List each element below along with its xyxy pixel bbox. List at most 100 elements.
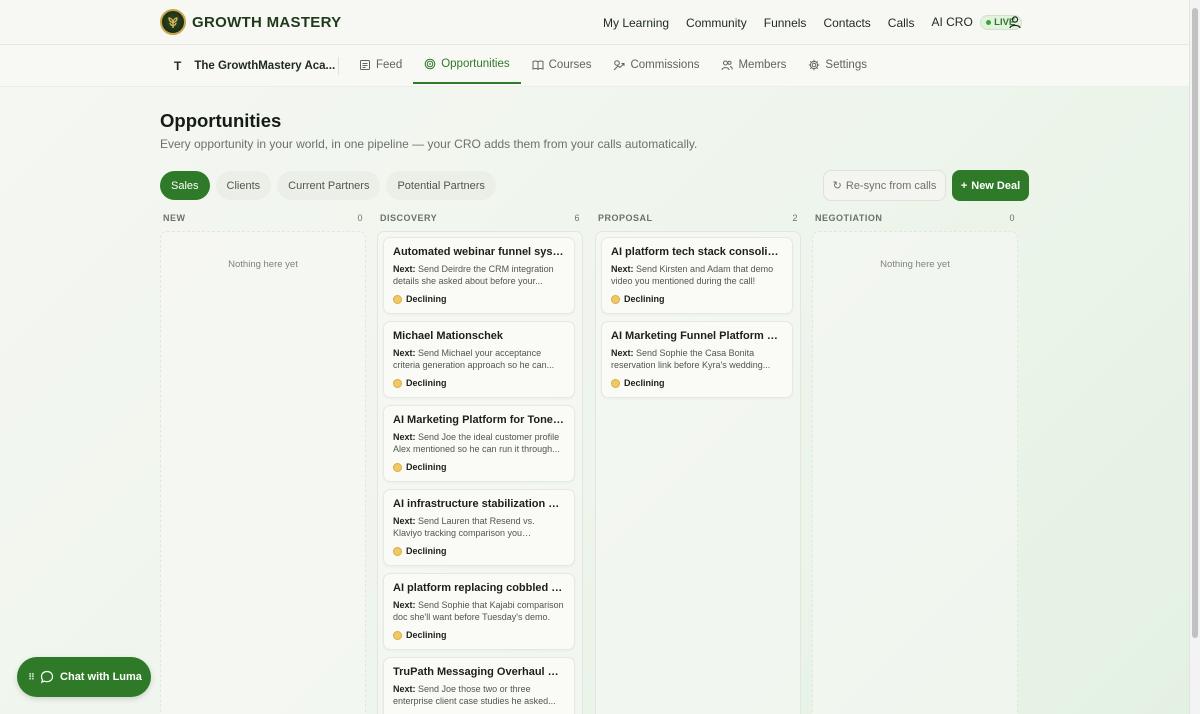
empty-state: Nothing here yet	[228, 259, 298, 270]
filter-clients[interactable]: Clients	[215, 171, 272, 200]
next-step: Next: Send Sophie that Kajabi comparison…	[393, 600, 565, 623]
workspace-name: The GrowthMastery Aca...	[194, 60, 336, 72]
commissions-icon	[614, 59, 625, 70]
deal-card[interactable]: AI Marketing Platform for Tonewel... Next…	[383, 405, 575, 482]
tab-opportunities[interactable]: Opportunities	[413, 45, 521, 84]
deal-card[interactable]: AI platform tech stack consolidati... Nex…	[601, 237, 793, 314]
deal-title: AI infrastructure stabilization and ...	[393, 498, 565, 510]
workspace-initial: T	[174, 59, 182, 73]
status-dot-icon	[611, 378, 620, 388]
brand[interactable]: GROWTH MASTERY	[160, 9, 341, 35]
next-step-text: Send Sophie the Casa Bonita reservation …	[611, 348, 771, 370]
new-deal-button[interactable]: + New Deal	[952, 170, 1029, 201]
empty-state: Nothing here yet	[880, 259, 950, 270]
workspace-switcher[interactable]: T The GrowthMastery Aca...	[174, 59, 335, 73]
column-body[interactable]: Nothing here yet	[160, 231, 366, 714]
next-step-label: Next:	[611, 348, 634, 358]
main-nav: My Learning Community Funnels Contacts C…	[603, 0, 1039, 45]
deal-status: Declining	[393, 378, 565, 388]
next-step-text: Send Joe those two or three enterprise c…	[393, 684, 556, 706]
next-step-text: Send Sophie that Kajabi comparison doc s…	[393, 600, 564, 622]
status-label: Declining	[406, 630, 447, 640]
status-dot-icon	[393, 630, 402, 640]
tab-courses-label: Courses	[548, 58, 592, 71]
column-title: PROPOSAL	[598, 213, 653, 223]
status-dot-icon	[393, 378, 402, 388]
deal-card[interactable]: AI infrastructure stabilization and ... N…	[383, 489, 575, 566]
drag-handle-icon[interactable]: ⠿	[28, 672, 35, 683]
tab-opportunities-label: Opportunities	[441, 57, 510, 70]
nav-community[interactable]: Community	[686, 16, 747, 30]
column-header: PROPOSAL 2	[595, 212, 801, 224]
next-step-label: Next:	[393, 264, 416, 274]
status-label: Declining	[624, 378, 665, 388]
book-icon	[532, 60, 544, 70]
deal-card[interactable]: AI Marketing Funnel Platform Self... Next…	[601, 321, 793, 398]
chat-label: Chat with Luma	[60, 671, 142, 683]
tab-commissions[interactable]: Commissions	[602, 45, 710, 84]
deal-title: AI platform tech stack consolidati...	[611, 246, 783, 258]
column-body[interactable]: AI platform tech stack consolidati... Nex…	[595, 231, 801, 714]
tab-feed-label: Feed	[376, 58, 403, 71]
tab-members-label: Members	[738, 58, 787, 71]
tab-courses[interactable]: Courses	[521, 45, 603, 84]
column-header: NEW 0	[160, 212, 366, 224]
deal-status: Declining	[611, 378, 783, 388]
logo-icon	[160, 9, 186, 35]
deal-card[interactable]: TruPath Messaging Overhaul Don... Next: S…	[383, 657, 575, 714]
new-deal-label: New Deal	[971, 179, 1021, 192]
column-discovery: DISCOVERY 6 Automated webinar funnel syste…	[377, 212, 583, 714]
column-header: NEGOTIATION 0	[812, 212, 1018, 224]
divider	[338, 57, 339, 75]
scrollbar-thumb[interactable]	[1192, 8, 1198, 638]
column-title: NEW	[163, 213, 186, 223]
status-label: Declining	[406, 546, 447, 556]
status-label: Declining	[406, 294, 447, 304]
feed-icon	[360, 59, 370, 70]
column-count: 0	[1009, 213, 1015, 223]
sub-nav: T The GrowthMastery Aca... Feed Opportun…	[0, 45, 1189, 87]
tab-feed[interactable]: Feed	[348, 45, 413, 84]
next-step-text: Send Deirdre the CRM integration details…	[393, 264, 554, 286]
nav-my-learning[interactable]: My Learning	[603, 16, 669, 30]
column-count: 0	[357, 213, 363, 223]
filter-sales[interactable]: Sales	[160, 171, 210, 200]
next-step-text: Send Joe the ideal customer profile Alex…	[393, 432, 560, 454]
column-title: DISCOVERY	[380, 213, 438, 223]
live-dot-icon	[986, 20, 992, 26]
next-step: Next: Send Lauren that Resend vs. Klaviy…	[393, 516, 565, 539]
next-step: Next: Send Kirsten and Adam that demo vi…	[611, 264, 783, 287]
column-new: NEW 0 Nothing here yet	[160, 212, 366, 714]
column-proposal: PROPOSAL 2 AI platform tech stack consolid…	[595, 212, 801, 714]
column-body[interactable]: Nothing here yet	[812, 231, 1018, 714]
scrollbar[interactable]	[1189, 0, 1200, 714]
nav-funnels[interactable]: Funnels	[764, 16, 807, 30]
target-icon	[424, 58, 436, 69]
deal-title: Michael Mationschek	[393, 330, 504, 342]
next-step-text: Send Kirsten and Adam that demo video yo…	[611, 264, 774, 286]
gear-icon	[809, 59, 820, 70]
nav-calls[interactable]: Calls	[888, 16, 915, 30]
column-body[interactable]: Automated webinar funnel syste... Next: S…	[377, 231, 583, 714]
next-step: Next: Send Joe those two or three enterp…	[393, 684, 565, 707]
deal-card[interactable]: Michael Mationschek Next: Send Michael yo…	[383, 321, 575, 398]
deal-card[interactable]: AI platform replacing cobbled coa... Next…	[383, 573, 575, 650]
filter-potential-partners[interactable]: Potential Partners	[386, 171, 496, 200]
next-step-label: Next:	[393, 432, 416, 442]
user-icon[interactable]	[1008, 15, 1022, 29]
status-dot-icon	[393, 294, 402, 304]
resync-button[interactable]: ↻ Re-sync from calls	[823, 170, 946, 201]
nav-contacts[interactable]: Contacts	[823, 16, 870, 30]
status-dot-icon	[611, 294, 620, 304]
chat-with-luma-button[interactable]: ⠿ Chat with Luma	[17, 657, 151, 697]
refresh-icon: ↻	[832, 180, 842, 192]
page-subtitle: Every opportunity in your world, in one …	[160, 137, 698, 151]
next-step: Next: Send Deirdre the CRM integration d…	[393, 264, 565, 287]
filter-current-partners[interactable]: Current Partners	[277, 171, 381, 200]
tab-members[interactable]: Members	[710, 45, 797, 84]
deal-card[interactable]: Automated webinar funnel syste... Next: S…	[383, 237, 575, 314]
deal-title: AI Marketing Platform for Tonewel...	[393, 414, 565, 426]
tab-settings[interactable]: Settings	[797, 45, 878, 84]
status-dot-icon	[393, 546, 402, 556]
deal-status: Declining	[393, 462, 565, 472]
